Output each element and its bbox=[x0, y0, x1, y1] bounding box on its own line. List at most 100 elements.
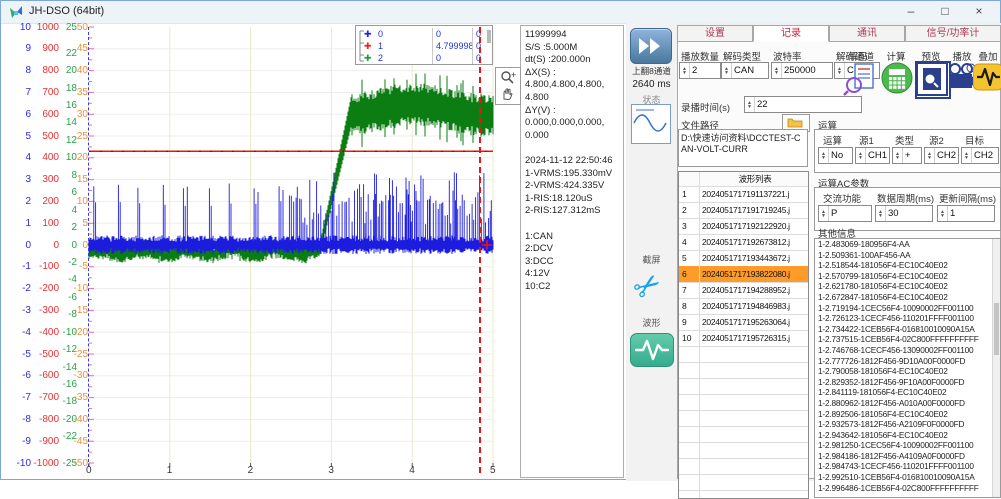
cursor-vertical-red[interactable] bbox=[479, 27, 481, 473]
stepper-arrows-icon[interactable]: ▲▼ bbox=[938, 206, 948, 221]
zoom-in-icon[interactable]: + bbox=[500, 70, 516, 86]
field-value[interactable]: 250000 bbox=[782, 63, 832, 78]
other-info-row[interactable]: 1-2.746768-1CECF456-13090002FF001100 bbox=[815, 345, 1000, 356]
waveform-list-empty-row bbox=[679, 394, 808, 411]
group-stepper[interactable]: ▲▼30 bbox=[875, 205, 933, 222]
waveform-list-row[interactable]: 102024051717195726315.j bbox=[679, 330, 808, 347]
waveform-list-row[interactable]: 12024051717191137221.j bbox=[679, 186, 808, 203]
group-stepper[interactable]: ▲▼CH2 bbox=[961, 147, 999, 164]
other-info-row[interactable]: 1-2.880962-1812F456-A010A00F0000FD bbox=[815, 398, 1000, 409]
group-value[interactable]: CH2 bbox=[935, 148, 958, 163]
waveform-list-row[interactable]: 92024051717195263064.j bbox=[679, 314, 808, 331]
field-stepper[interactable]: ▲▼2 bbox=[679, 62, 721, 79]
stepper-arrows-icon[interactable]: ▲▼ bbox=[876, 206, 886, 221]
field-value[interactable]: 2 bbox=[690, 63, 720, 78]
other-info-row[interactable]: 1-2.984186-1812F456-A4109A0F0000FD bbox=[815, 451, 1000, 462]
record-time-stepper[interactable]: ▲▼ 22 bbox=[744, 96, 862, 113]
stepper-arrows-icon[interactable]: ▲▼ bbox=[925, 148, 935, 163]
stepper-arrows-icon[interactable]: ▲▼ bbox=[722, 63, 732, 78]
other-info-row[interactable]: 1-2.518544-181056F4-EC10C40E02 bbox=[815, 260, 1000, 271]
other-info-row[interactable]: 1-2.737515-1CEB56F4-02C800FFFFFFFFFF bbox=[815, 334, 1000, 345]
stepper-arrows-icon[interactable]: ▲▼ bbox=[745, 97, 755, 112]
other-info-row[interactable]: 1-2.892506-181056F4-EC10C40E02 bbox=[815, 409, 1000, 420]
other-info-row[interactable]: 1-2.996486-1CEB56F4-02C800FFFFFFFFFF bbox=[815, 483, 1000, 494]
group-value[interactable]: P bbox=[829, 206, 871, 221]
cursor-vertical-blue[interactable] bbox=[88, 27, 89, 467]
group-value[interactable]: CH2 bbox=[972, 148, 998, 163]
waveform-list-row[interactable]: 82024051717194846983.j bbox=[679, 298, 808, 315]
status-thumbnail[interactable] bbox=[631, 104, 671, 144]
close-button[interactable]: × bbox=[962, 1, 996, 23]
group-stepper[interactable]: ▲▼1 bbox=[937, 205, 995, 222]
other-info-row[interactable]: 1-2.726123-1CECF456-110201FFFF001100 bbox=[815, 313, 1000, 324]
group-stepper[interactable]: ▲▼CH1 bbox=[855, 147, 890, 164]
waveform-list-row[interactable]: 52024051717193443672.j bbox=[679, 250, 808, 267]
other-info-row[interactable]: 1-2.570799-181056F4-EC10C40E02 bbox=[815, 271, 1000, 282]
row-number bbox=[679, 394, 700, 410]
overlay-icon[interactable] bbox=[973, 62, 1001, 98]
legend-row[interactable]: ✚200 bbox=[356, 52, 492, 64]
group-value[interactable]: 1 bbox=[948, 206, 994, 221]
other-info-row[interactable]: 1-2.984743-1CECF456-110201FFFF001100 bbox=[815, 461, 1000, 472]
group-stepper[interactable]: ▲▼P bbox=[818, 205, 872, 222]
group-column-header: 源1 bbox=[859, 133, 874, 147]
field-stepper[interactable]: ▲▼CAN bbox=[721, 62, 769, 79]
waveform-button[interactable] bbox=[630, 333, 674, 367]
other-info-row[interactable]: 1-2.992510-1CEB56F4-016810010090A15A bbox=[815, 472, 1000, 483]
other-info-scrollbar[interactable] bbox=[992, 239, 1000, 497]
other-info-row[interactable]: 1-2.829352-1812F456-9F10A00F0000FD bbox=[815, 377, 1000, 388]
group-stepper[interactable]: ▲▼No bbox=[818, 147, 853, 164]
stepper-arrows-icon[interactable]: ▲▼ bbox=[819, 148, 829, 163]
group-stepper[interactable]: ▲▼CH2 bbox=[924, 147, 959, 164]
other-info-row[interactable]: 1-2.672847-181056F4-EC10C40E02 bbox=[815, 292, 1000, 303]
waveform-list-row[interactable]: 62024051717193822080.j bbox=[679, 266, 808, 283]
legend-row[interactable]: ✚34.7999980 bbox=[356, 64, 492, 65]
stepper-arrows-icon[interactable]: ▲▼ bbox=[772, 63, 782, 78]
tab-4[interactable]: 信号/功率计 bbox=[905, 25, 1001, 42]
file-path-value[interactable]: D:\快速访问资料\DCCTEST-CAN-VOLT-CURR bbox=[678, 129, 808, 167]
other-info-row[interactable]: 1-2.483069-180956F4-AA bbox=[815, 239, 1000, 250]
tab-1[interactable]: 设置 bbox=[677, 25, 753, 42]
other-info-row[interactable]: 1-2.943642-181056F4-EC10C40E02 bbox=[815, 430, 1000, 441]
waveform-list-row[interactable]: 72024051717194288952.j bbox=[679, 282, 808, 299]
other-info-row[interactable]: 1-2.734422-1CEB56F4-016810010090A15A bbox=[815, 324, 1000, 335]
other-info-row[interactable]: 1-2.777726-1812F456-9D10A00F0000FD bbox=[815, 356, 1000, 367]
minimize-button[interactable]: – bbox=[894, 1, 928, 23]
group-value[interactable]: No bbox=[829, 148, 852, 163]
preview-icon[interactable] bbox=[916, 62, 950, 98]
group-value[interactable]: + bbox=[903, 148, 921, 163]
other-info-row[interactable]: 1-2.932573-1812F456-A2109F0F0000FD bbox=[815, 419, 1000, 430]
other-info-row[interactable]: 1-2.841119-181056F4-EC10C40E02 bbox=[815, 387, 1000, 398]
stepper-arrows-icon[interactable]: ▲▼ bbox=[680, 63, 690, 78]
screenshot-scissors-icon[interactable]: ✂ bbox=[626, 263, 670, 310]
other-info-row[interactable]: 1-2.981250-1CEC56F4-10090002FF001100 bbox=[815, 440, 1000, 451]
stepper-arrows-icon[interactable]: ▲▼ bbox=[856, 148, 866, 163]
legend-row[interactable]: ✚000 bbox=[356, 28, 492, 40]
legend-scrollbar[interactable] bbox=[487, 30, 491, 43]
stepper-arrows-icon[interactable]: ▲▼ bbox=[893, 148, 903, 163]
field-value[interactable]: CAN bbox=[732, 63, 768, 78]
legend-row[interactable]: ✚14.7999980 bbox=[356, 40, 492, 52]
fast-forward-button[interactable] bbox=[630, 28, 672, 64]
other-info-row[interactable]: 1-2.719194-1CEC56F4-10090002FF001100 bbox=[815, 303, 1000, 314]
other-info-row[interactable]: 1-2.790058-181056F4-EC10C40E02 bbox=[815, 366, 1000, 377]
waveform-list-row[interactable]: 22024051717191719245.j bbox=[679, 202, 808, 219]
field-stepper[interactable]: ▲▼250000 bbox=[771, 62, 833, 79]
calculate-icon[interactable] bbox=[881, 62, 915, 98]
waveform-list-row[interactable]: 42024051717192673812.j bbox=[679, 234, 808, 251]
group-value[interactable]: CH1 bbox=[866, 148, 889, 163]
other-info-row[interactable]: 1-2.621780-181056F4-EC10C40E02 bbox=[815, 281, 1000, 292]
pan-hand-icon[interactable] bbox=[500, 87, 514, 101]
waveform-list-row[interactable]: 32024051717192122920.j bbox=[679, 218, 808, 235]
tab-3[interactable]: 通讯 bbox=[829, 25, 905, 42]
other-info-row[interactable]: 1-2.509361-100AF456-AA bbox=[815, 250, 1000, 261]
maximize-button[interactable]: □ bbox=[928, 1, 962, 23]
waveform-list-empty-row bbox=[679, 458, 808, 475]
stepper-arrows-icon[interactable]: ▲▼ bbox=[962, 148, 972, 163]
decode-icon[interactable] bbox=[843, 62, 877, 98]
group-stepper[interactable]: ▲▼+ bbox=[892, 147, 922, 164]
stepper-arrows-icon[interactable]: ▲▼ bbox=[819, 206, 829, 221]
tab-2[interactable]: 记录 bbox=[753, 25, 829, 42]
info-line: dt(S) :200.000n bbox=[525, 54, 623, 67]
group-value[interactable]: 30 bbox=[886, 206, 932, 221]
